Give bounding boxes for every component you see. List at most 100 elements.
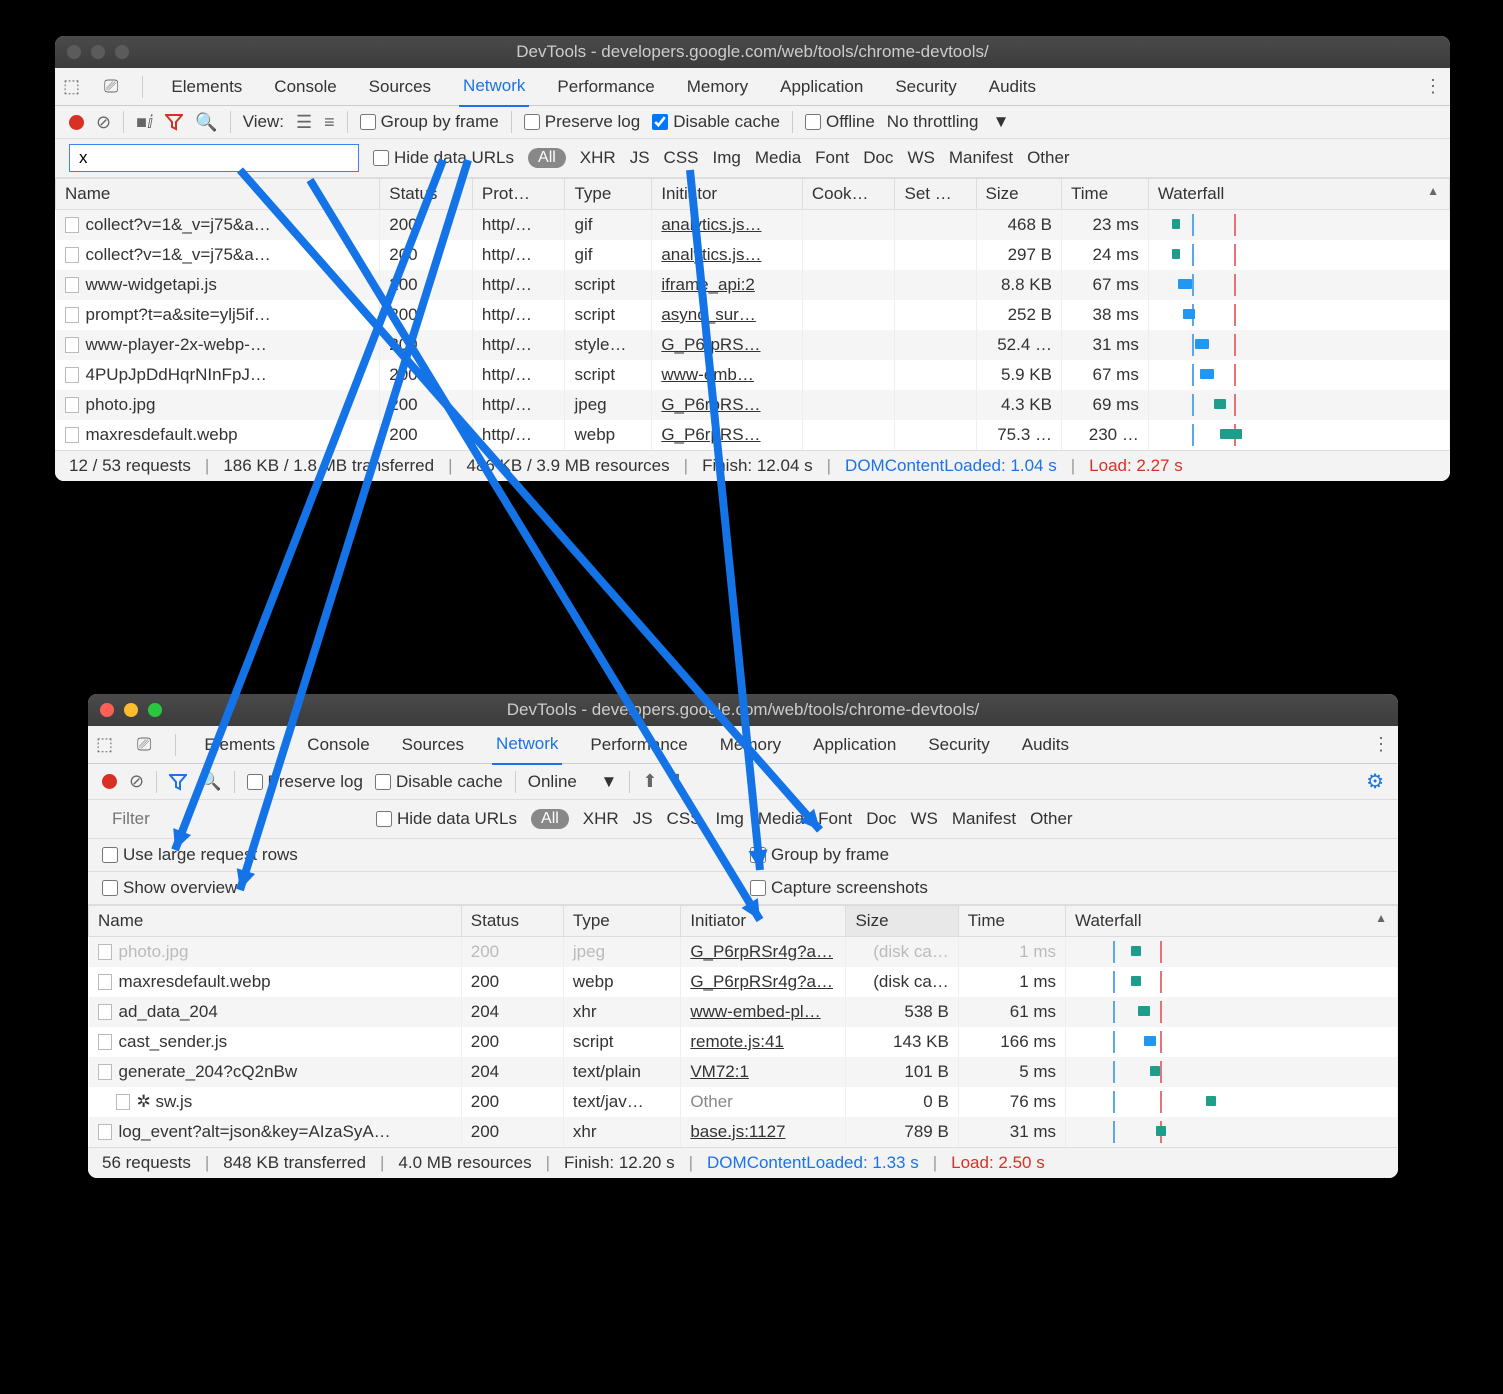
show-overview-checkbox[interactable]: Show overview	[102, 878, 237, 898]
table-row[interactable]: maxresdefault.webp200webpG_P6rpRSr4g?a…(…	[89, 967, 1398, 997]
filter-type-js[interactable]: JS	[630, 148, 650, 168]
col-initiator[interactable]: Initiator	[652, 179, 803, 210]
tab-performance[interactable]: Performance	[586, 726, 691, 764]
table-row[interactable]: collect?v=1&_v=j75&a…200http/…gifanalyti…	[56, 240, 1450, 270]
col-status[interactable]: Status	[461, 906, 563, 937]
capture-screenshots-checkbox[interactable]: Capture screenshots	[750, 878, 928, 898]
filter-type-ws[interactable]: WS	[910, 809, 937, 829]
more-icon[interactable]: ⋮	[1372, 734, 1390, 755]
col-waterfall[interactable]: Waterfall▲	[1148, 179, 1449, 210]
device-icon[interactable]: ⎚	[104, 76, 118, 97]
col-cook[interactable]: Cook…	[802, 179, 895, 210]
filter-type-doc[interactable]: Doc	[863, 148, 893, 168]
disable-cache-checkbox[interactable]: Disable cache	[375, 772, 503, 792]
tab-network[interactable]: Network	[492, 725, 562, 765]
table-row[interactable]: cast_sender.js200scriptremote.js:41143 K…	[89, 1027, 1398, 1057]
tab-sources[interactable]: Sources	[365, 68, 435, 106]
filter-type-ws[interactable]: WS	[907, 148, 934, 168]
record-button[interactable]	[69, 115, 84, 130]
initiator-link[interactable]: VM72:1	[690, 1062, 749, 1081]
tab-console[interactable]: Console	[270, 68, 340, 106]
table-row[interactable]: log_event?alt=json&key=AIzaSyA…200xhrbas…	[89, 1117, 1398, 1147]
table-row[interactable]: photo.jpg200http/…jpegG_P6rpRS…4.3 KB69 …	[56, 390, 1450, 420]
filter-input[interactable]	[69, 144, 359, 172]
col-name[interactable]: Name	[56, 179, 380, 210]
upload-icon[interactable]: ⬆	[642, 771, 657, 792]
preserve-log-checkbox[interactable]: Preserve log	[247, 772, 363, 792]
col-set[interactable]: Set …	[895, 179, 976, 210]
col-type[interactable]: Type	[565, 179, 652, 210]
initiator-link[interactable]: G_P6rpRS…	[661, 335, 760, 354]
clear-icon[interactable]: ⊘	[96, 112, 111, 133]
filter-type-media[interactable]: Media	[758, 809, 804, 829]
initiator-link[interactable]: analytics.js…	[661, 215, 761, 234]
table-row[interactable]: ✲ sw.js200text/jav…Other0 B76 ms	[89, 1087, 1398, 1117]
tab-network[interactable]: Network	[459, 67, 529, 107]
hide-data-urls-checkbox[interactable]: Hide data URLs	[373, 148, 514, 168]
filter-type-css[interactable]: CSS	[667, 809, 702, 829]
tab-security[interactable]: Security	[891, 68, 960, 106]
hide-data-urls-checkbox[interactable]: Hide data URLs	[376, 809, 517, 829]
filter-input[interactable]	[102, 805, 362, 833]
tab-audits[interactable]: Audits	[985, 68, 1040, 106]
initiator-link[interactable]: remote.js:41	[690, 1032, 784, 1051]
filter-type-js[interactable]: JS	[633, 809, 653, 829]
initiator-link[interactable]: base.js:1127	[690, 1122, 785, 1141]
large-request-rows-checkbox[interactable]: Use large request rows	[102, 845, 298, 865]
download-icon[interactable]: ⬇	[669, 771, 684, 792]
filter-type-xhr[interactable]: XHR	[583, 809, 619, 829]
filter-type-doc[interactable]: Doc	[866, 809, 896, 829]
disable-cache-checkbox[interactable]: Disable cache	[652, 112, 780, 132]
tab-application[interactable]: Application	[776, 68, 867, 106]
initiator-link[interactable]: G_P6rpRSr4g?a…	[690, 942, 833, 961]
preserve-log-checkbox[interactable]: Preserve log	[524, 112, 640, 132]
group-by-frame-checkbox[interactable]: Group by frame	[750, 845, 889, 865]
inspect-icon[interactable]: ⬚	[96, 734, 113, 755]
filter-type-all[interactable]: All	[528, 148, 566, 168]
search-icon[interactable]: 🔍	[199, 771, 221, 792]
initiator-link[interactable]: analytics.js…	[661, 245, 761, 264]
initiator-link[interactable]: G_P6rpRS…	[661, 425, 760, 444]
tab-elements[interactable]: Elements	[167, 68, 246, 106]
filter-type-manifest[interactable]: Manifest	[952, 809, 1016, 829]
filter-type-manifest[interactable]: Manifest	[949, 148, 1013, 168]
table-row[interactable]: www-widgetapi.js200http/…scriptiframe_ap…	[56, 270, 1450, 300]
clear-icon[interactable]: ⊘	[129, 771, 144, 792]
record-button[interactable]	[102, 774, 117, 789]
tab-sources[interactable]: Sources	[398, 726, 468, 764]
filter-type-img[interactable]: Img	[716, 809, 744, 829]
col-size[interactable]: Size	[846, 906, 958, 937]
overview-icon[interactable]: ≡	[324, 112, 335, 133]
table-row[interactable]: ad_data_204204xhrwww-embed-pl…538 B61 ms	[89, 997, 1398, 1027]
col-waterfall[interactable]: Waterfall▲	[1066, 906, 1398, 937]
tab-performance[interactable]: Performance	[553, 68, 658, 106]
filter-type-media[interactable]: Media	[755, 148, 801, 168]
col-type[interactable]: Type	[563, 906, 680, 937]
filter-type-css[interactable]: CSS	[664, 148, 699, 168]
settings-gear-icon[interactable]: ⚙	[1366, 769, 1384, 794]
more-icon[interactable]: ⋮	[1424, 76, 1442, 97]
table-row[interactable]: collect?v=1&_v=j75&a…200http/…gifanalyti…	[56, 210, 1450, 241]
filter-type-font[interactable]: Font	[815, 148, 849, 168]
col-prot[interactable]: Prot…	[472, 179, 565, 210]
filter-type-xhr[interactable]: XHR	[580, 148, 616, 168]
search-icon[interactable]: 🔍	[195, 112, 217, 133]
tab-application[interactable]: Application	[809, 726, 900, 764]
initiator-link[interactable]: G_P6rpRS…	[661, 395, 760, 414]
col-time[interactable]: Time	[958, 906, 1065, 937]
table-row[interactable]: prompt?t=a&site=ylj5if…200http/…scriptas…	[56, 300, 1450, 330]
filter-type-other[interactable]: Other	[1030, 809, 1073, 829]
tab-elements[interactable]: Elements	[200, 726, 279, 764]
table-row[interactable]: www-player-2x-webp-…200http/…style…G_P6r…	[56, 330, 1450, 360]
table-row[interactable]: photo.jpg200jpegG_P6rpRSr4g?a…(disk ca…1…	[89, 937, 1398, 968]
throttling-select[interactable]: Online ▼	[528, 772, 618, 792]
filter-icon[interactable]	[169, 773, 187, 791]
group-by-frame-checkbox[interactable]: Group by frame	[360, 112, 499, 132]
initiator-link[interactable]: www-embed-pl…	[690, 1002, 820, 1021]
tab-audits[interactable]: Audits	[1018, 726, 1073, 764]
tab-memory[interactable]: Memory	[683, 68, 752, 106]
initiator-link[interactable]: iframe_api:2	[661, 275, 755, 294]
table-row[interactable]: maxresdefault.webp200http/…webpG_P6rpRS……	[56, 420, 1450, 450]
filter-type-all[interactable]: All	[531, 809, 569, 829]
col-name[interactable]: Name	[89, 906, 462, 937]
